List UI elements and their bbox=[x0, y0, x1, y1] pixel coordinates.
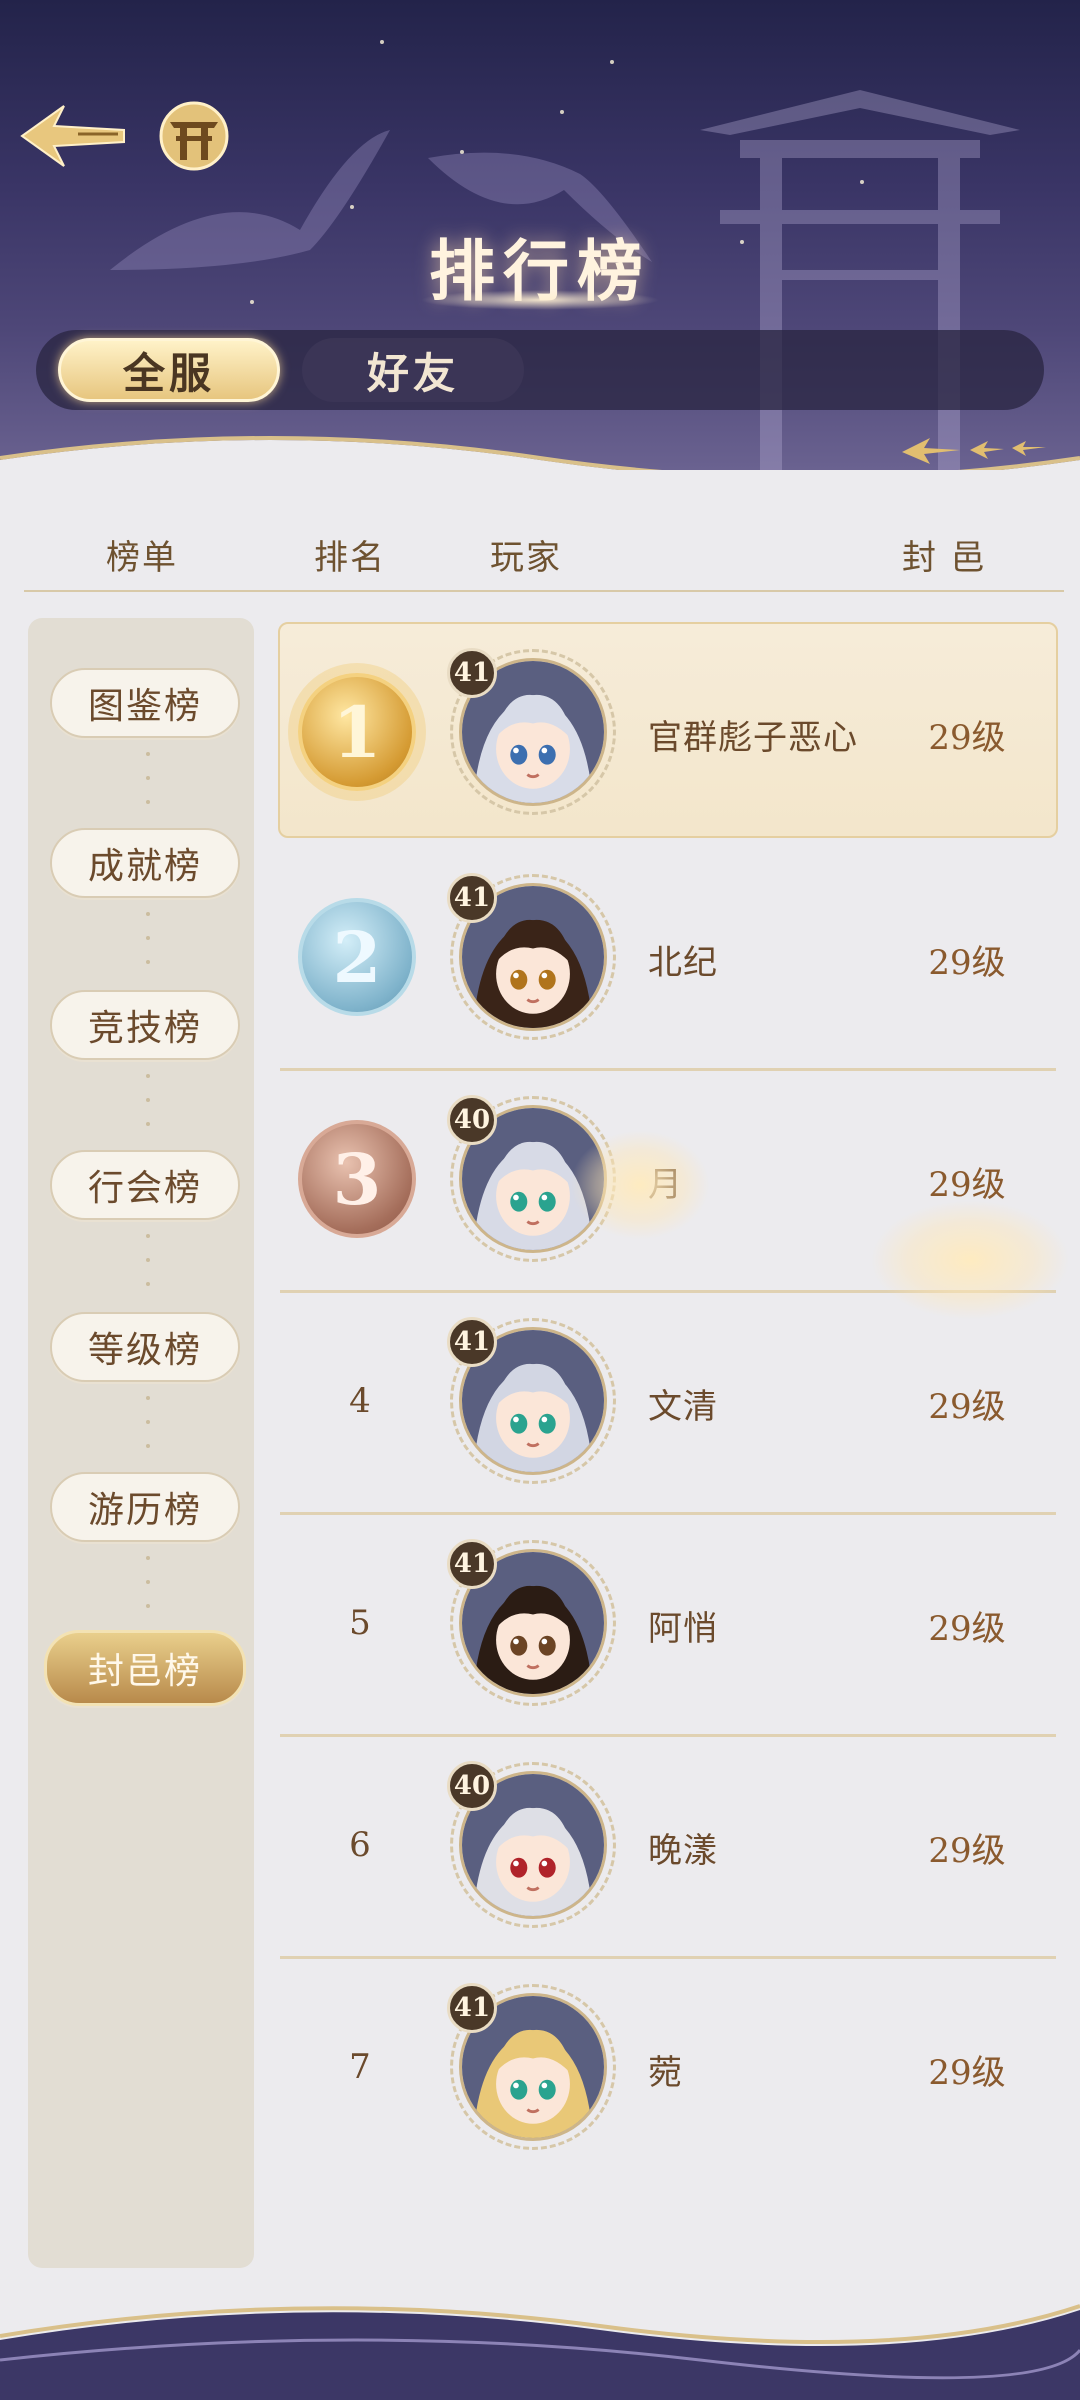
rank-medal-bronze: 3 bbox=[298, 1120, 416, 1238]
fief-level: 29级 bbox=[928, 1831, 1006, 1871]
player-name: 菀 bbox=[648, 2053, 683, 2093]
tab-server[interactable]: 全服 bbox=[58, 338, 280, 402]
rank-medal-silver: 2 bbox=[298, 898, 416, 1016]
sidebar-item-arena[interactable]: 竞技榜 bbox=[50, 990, 240, 1060]
sparkle-effect bbox=[570, 1130, 710, 1240]
level-badge: 41 bbox=[447, 1983, 497, 2033]
rank-number: 7 bbox=[349, 2047, 371, 2087]
sidebar-connector bbox=[144, 1550, 152, 1614]
sidebar-item-fief[interactable]: 封邑榜 bbox=[44, 1630, 246, 1706]
fief-level: 29级 bbox=[928, 1387, 1006, 1427]
sidebar-item-travel[interactable]: 游历榜 bbox=[50, 1472, 240, 1542]
fief-level: 29级 bbox=[928, 1165, 1006, 1205]
tab-bar: 全服 好友 bbox=[36, 330, 1044, 410]
tab-friends[interactable]: 好友 bbox=[302, 338, 524, 402]
sidebar-connector bbox=[144, 1390, 152, 1454]
level-badge: 41 bbox=[447, 1539, 497, 1589]
fief-level: 29级 bbox=[928, 718, 1006, 758]
ranking-row[interactable]: 4 41 文清 29级 bbox=[280, 1290, 1056, 1512]
column-header-rank: 排名 bbox=[314, 538, 386, 578]
player-avatar-frame[interactable]: 40 bbox=[447, 1761, 616, 1928]
player-avatar-frame[interactable]: 41 bbox=[447, 873, 616, 1040]
sparkle-effect bbox=[870, 1200, 1070, 1320]
arrow-ornament-icon bbox=[902, 438, 1046, 464]
sidebar-connector bbox=[144, 906, 152, 970]
column-header-player: 玩家 bbox=[490, 538, 562, 578]
column-divider bbox=[24, 590, 1064, 592]
header-banner: 排行榜 全服 好友 bbox=[0, 0, 1080, 470]
player-name: 晚漾 bbox=[648, 1831, 718, 1871]
ranking-row[interactable]: 5 41 阿悄 29级 bbox=[280, 1512, 1056, 1734]
player-avatar-frame[interactable]: 41 bbox=[447, 648, 616, 815]
level-badge: 41 bbox=[447, 1317, 497, 1367]
sidebar-item-guild[interactable]: 行会榜 bbox=[50, 1150, 240, 1220]
player-name: 阿悄 bbox=[648, 1609, 718, 1649]
sidebar-connector bbox=[144, 746, 152, 810]
ranking-row[interactable]: 7 41 菀 29级 bbox=[280, 1956, 1056, 2178]
back-arrow-icon[interactable] bbox=[18, 96, 128, 176]
player-name: 文清 bbox=[648, 1387, 718, 1427]
player-name: 官群彪子恶心 bbox=[648, 718, 858, 758]
sidebar-item-level[interactable]: 等级榜 bbox=[50, 1312, 240, 1382]
level-badge: 40 bbox=[447, 1761, 497, 1811]
level-badge: 41 bbox=[447, 648, 497, 698]
player-name: 北纪 bbox=[648, 943, 718, 983]
rank-number: 6 bbox=[349, 1825, 371, 1865]
player-avatar-frame[interactable]: 41 bbox=[447, 1539, 616, 1706]
sidebar-connector bbox=[144, 1068, 152, 1132]
ranking-row[interactable]: 6 40 晚漾 29级 bbox=[280, 1734, 1056, 1956]
gate-menu-icon[interactable] bbox=[156, 96, 232, 176]
player-avatar-frame[interactable]: 41 bbox=[447, 1317, 616, 1484]
level-badge: 41 bbox=[447, 873, 497, 923]
fief-level: 29级 bbox=[928, 2053, 1006, 2093]
sidebar-connector bbox=[144, 1228, 152, 1292]
fief-level: 29级 bbox=[928, 943, 1006, 983]
fief-level: 29级 bbox=[928, 1609, 1006, 1649]
rank-medal-gold: 1 bbox=[298, 673, 416, 791]
sidebar-item-collection[interactable]: 图鉴榜 bbox=[50, 668, 240, 738]
rank-number: 5 bbox=[349, 1603, 371, 1643]
ranking-row[interactable]: 1 41 官群彪子恶心 29级 bbox=[278, 622, 1058, 838]
level-badge: 40 bbox=[447, 1095, 497, 1145]
column-header-fief: 封 邑 bbox=[902, 538, 987, 578]
rank-number: 4 bbox=[349, 1381, 371, 1421]
footer-wave bbox=[0, 2304, 1080, 2400]
ranking-row[interactable]: 2 41 北纪 29级 bbox=[280, 846, 1056, 1068]
category-sidebar: 图鉴榜 成就榜 竞技榜 行会榜 等级榜 游历榜 封邑榜 bbox=[28, 618, 254, 2268]
sidebar-item-achievement[interactable]: 成就榜 bbox=[50, 828, 240, 898]
title-glow bbox=[420, 290, 660, 310]
column-header-list: 榜单 bbox=[106, 538, 178, 578]
player-avatar-frame[interactable]: 41 bbox=[447, 1983, 616, 2150]
